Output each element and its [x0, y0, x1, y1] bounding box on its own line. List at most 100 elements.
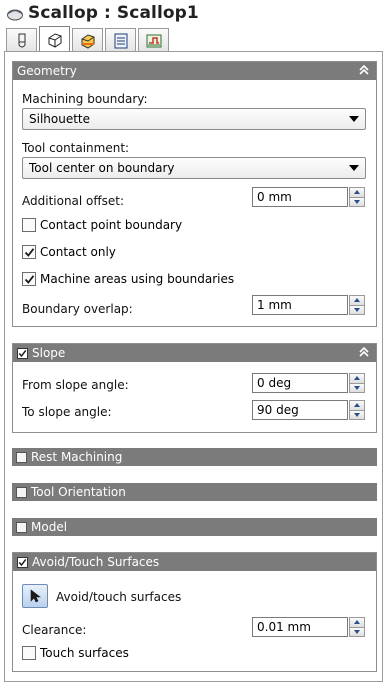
- avoid-touch-pick-button[interactable]: [22, 584, 48, 608]
- contact-point-boundary-label: Contact point boundary: [40, 218, 183, 232]
- spin-down-button[interactable]: [349, 305, 365, 315]
- avoid-touch-title: Avoid/Touch Surfaces: [32, 555, 160, 569]
- checkmark-icon: [24, 274, 34, 284]
- slope-title: Slope: [32, 346, 66, 360]
- cursor-arrow-icon: [30, 589, 41, 603]
- rest-machining-enable-checkbox[interactable]: [16, 451, 27, 463]
- tool-containment-dropdown[interactable]: Tool center on boundary: [22, 157, 366, 179]
- tool-orientation-group: Tool Orientation: [12, 483, 377, 501]
- arrow-down-icon: [354, 307, 360, 312]
- additional-offset-label: Additional offset:: [22, 194, 125, 208]
- tab-tool[interactable]: [6, 28, 37, 52]
- arrow-up-icon: [354, 620, 360, 625]
- touch-surfaces-label: Touch surfaces: [40, 646, 129, 660]
- to-slope-angle-label: To slope angle:: [22, 405, 112, 419]
- from-slope-angle-input[interactable]: 0 deg: [252, 373, 348, 393]
- avoid-touch-header[interactable]: Avoid/Touch Surfaces: [13, 553, 376, 571]
- geometry-header[interactable]: Geometry: [13, 62, 376, 80]
- title-bar: Scallop : Scallop1: [0, 0, 384, 26]
- rest-machining-group: Rest Machining: [12, 448, 377, 466]
- spin-down-button[interactable]: [349, 383, 365, 393]
- tool-containment-value: Tool center on boundary: [29, 161, 175, 175]
- collapse-icon[interactable]: [358, 64, 370, 76]
- machining-boundary-label: Machining boundary:: [22, 92, 148, 106]
- boundary-overlap-spinner: 1 mm: [252, 295, 365, 315]
- machine-areas-checkbox[interactable]: Machine areas using boundaries: [22, 272, 234, 286]
- slope-group: Slope From slope angle: 0 deg To slope a…: [12, 343, 377, 433]
- checkmark-icon: [18, 558, 27, 566]
- arrow-down-icon: [354, 629, 360, 634]
- heights-icon: [81, 33, 94, 49]
- clearance-input[interactable]: 0.01 mm: [252, 617, 348, 637]
- spin-up-button[interactable]: [349, 187, 365, 198]
- from-slope-angle-label: From slope angle:: [22, 378, 129, 392]
- arrow-down-icon: [354, 199, 360, 204]
- avoid-touch-group: Avoid/Touch Surfaces Avoid/touch surface…: [12, 552, 377, 672]
- linking-icon: [146, 34, 161, 47]
- arrow-up-icon: [354, 298, 360, 303]
- geometry-title: Geometry: [17, 64, 77, 78]
- collapse-icon[interactable]: [358, 346, 370, 358]
- rest-machining-title: Rest Machining: [31, 450, 123, 464]
- spin-up-button[interactable]: [349, 295, 365, 306]
- clearance-label: Clearance:: [22, 623, 87, 637]
- chevron-down-icon: [349, 116, 359, 122]
- spin-up-button[interactable]: [349, 373, 365, 384]
- boundary-overlap-input[interactable]: 1 mm: [252, 295, 348, 315]
- spin-up-button[interactable]: [349, 617, 365, 628]
- geometry-group: Geometry Machining boundary: Silhouette …: [12, 61, 377, 327]
- arrow-up-icon: [354, 403, 360, 408]
- tool-orientation-title: Tool Orientation: [31, 485, 126, 499]
- spin-down-button[interactable]: [349, 627, 365, 637]
- tool-orientation-header[interactable]: Tool Orientation: [12, 483, 377, 501]
- tab-strip: [6, 26, 171, 52]
- avoid-touch-enable-checkbox[interactable]: [17, 556, 28, 568]
- properties-panel: Geometry Machining boundary: Silhouette …: [4, 51, 383, 682]
- machining-boundary-value: Silhouette: [29, 112, 91, 126]
- rest-machining-header[interactable]: Rest Machining: [12, 448, 377, 466]
- contact-point-boundary-checkbox[interactable]: Contact point boundary: [22, 218, 182, 232]
- tool-icon: [18, 33, 25, 47]
- to-slope-angle-input[interactable]: 90 deg: [252, 400, 348, 420]
- passes-icon: [114, 33, 127, 48]
- tool-containment-label: Tool containment:: [22, 141, 130, 155]
- tab-geometry[interactable]: [39, 26, 70, 52]
- additional-offset-spinner: 0 mm: [252, 187, 365, 207]
- boundary-overlap-label: Boundary overlap:: [22, 302, 133, 316]
- scallop-icon: [7, 9, 23, 21]
- checkmark-icon: [24, 247, 34, 257]
- tab-linking[interactable]: [138, 28, 169, 52]
- additional-offset-input[interactable]: 0 mm: [252, 187, 348, 207]
- avoid-touch-surfaces-label: Avoid/touch surfaces: [56, 590, 182, 604]
- contact-only-label: Contact only: [40, 245, 116, 259]
- checkbox-box: [22, 245, 36, 259]
- geometry-icon: [48, 32, 61, 48]
- checkbox-box: [22, 272, 36, 286]
- slope-enable-checkbox[interactable]: [17, 347, 28, 359]
- clearance-spinner: 0.01 mm: [252, 617, 365, 637]
- slope-header[interactable]: Slope: [13, 344, 376, 362]
- spin-up-button[interactable]: [349, 400, 365, 411]
- contact-only-checkbox[interactable]: Contact only: [22, 245, 116, 259]
- tab-heights[interactable]: [72, 28, 103, 52]
- arrow-down-icon: [354, 385, 360, 390]
- spin-down-button[interactable]: [349, 410, 365, 420]
- model-group: Model: [12, 518, 377, 536]
- to-slope-angle-spinner: 90 deg: [252, 400, 365, 420]
- arrow-up-icon: [354, 376, 360, 381]
- chevron-down-icon: [349, 165, 359, 171]
- model-enable-checkbox[interactable]: [16, 521, 27, 533]
- model-header[interactable]: Model: [12, 518, 377, 536]
- spin-down-button[interactable]: [349, 197, 365, 207]
- tool-orientation-enable-checkbox[interactable]: [16, 486, 27, 498]
- checkmark-icon: [18, 349, 27, 357]
- arrow-up-icon: [354, 190, 360, 195]
- checkbox-box: [22, 218, 36, 232]
- window-title: Scallop : Scallop1: [28, 3, 199, 23]
- machining-boundary-dropdown[interactable]: Silhouette: [22, 108, 366, 130]
- machine-areas-label: Machine areas using boundaries: [40, 272, 235, 286]
- checkbox-box: [22, 646, 36, 660]
- touch-surfaces-checkbox[interactable]: Touch surfaces: [22, 646, 129, 660]
- tab-passes[interactable]: [105, 28, 136, 52]
- from-slope-angle-spinner: 0 deg: [252, 373, 365, 393]
